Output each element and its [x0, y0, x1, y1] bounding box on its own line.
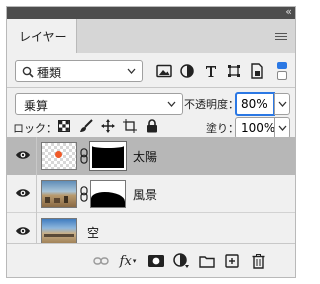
divider	[7, 87, 295, 88]
layer-style-fx-button[interactable]: fx ▾	[117, 253, 139, 269]
filter-kind-select[interactable]: 種類	[15, 60, 143, 82]
collapse-panel-icon[interactable]: «	[285, 4, 292, 20]
layer-row[interactable]: 太陽	[7, 137, 295, 175]
tab-layers[interactable]: レイヤー	[7, 19, 77, 53]
link-layers-icon[interactable]	[93, 253, 109, 269]
search-icon	[22, 66, 34, 78]
chevron-down-icon	[278, 125, 287, 131]
layer-thumbnail[interactable]	[41, 142, 77, 170]
landscape-detail	[54, 198, 60, 203]
opacity-dropdown-button[interactable]	[274, 93, 290, 115]
lock-artboard-icon[interactable]	[121, 117, 139, 135]
divider	[36, 175, 37, 213]
chevron-down-icon: ▾	[132, 257, 137, 265]
layer-name[interactable]: 太陽	[133, 148, 157, 165]
panel-tab-row: レイヤー	[7, 19, 295, 53]
layers-panel: « レイヤー 種類 乗算 不透明度： 80% ロック： 塗り： 100% 太陽 …	[6, 4, 296, 278]
new-layer-icon[interactable]	[224, 253, 240, 269]
fill-dropdown-button[interactable]	[274, 117, 290, 139]
divider	[36, 137, 37, 175]
mask-shape	[91, 192, 125, 207]
tab-layers-label: レイヤー	[19, 30, 67, 44]
lock-transparent-pixels-icon[interactable]	[55, 117, 73, 135]
landscape-detail	[64, 196, 68, 203]
smartobject-filter-icon[interactable]	[248, 62, 266, 80]
layer-mask-thumbnail[interactable]	[90, 180, 126, 208]
mask-shape	[92, 144, 124, 148]
opacity-label: 不透明度：	[184, 98, 239, 111]
new-group-folder-icon[interactable]	[199, 253, 215, 269]
opacity-value: 80%	[241, 97, 268, 111]
blend-mode-value: 乗算	[24, 99, 49, 113]
blend-mode-select[interactable]: 乗算	[15, 93, 183, 115]
chain-link-icon[interactable]	[80, 148, 88, 164]
layer-thumbnail[interactable]	[41, 218, 77, 246]
chevron-down-icon	[127, 68, 136, 74]
adjustment-filter-icon[interactable]	[178, 62, 196, 80]
type-filter-icon[interactable]	[202, 62, 220, 80]
layer-row[interactable]: 風景	[7, 175, 295, 213]
add-mask-icon[interactable]	[148, 253, 164, 269]
adjustment-layer-icon[interactable]	[173, 253, 189, 269]
visibility-eye-icon[interactable]	[15, 187, 31, 199]
chevron-down-icon	[167, 101, 176, 107]
visibility-eye-icon[interactable]	[15, 149, 31, 161]
layer-mask-thumbnail[interactable]	[89, 141, 127, 171]
fill-input[interactable]: 100%	[235, 117, 275, 139]
fill-value: 100%	[241, 121, 276, 135]
lock-all-icon[interactable]	[143, 117, 161, 135]
layer-name[interactable]: 空	[87, 224, 99, 241]
fx-label: fx	[119, 253, 132, 269]
lock-image-pixels-icon[interactable]	[77, 117, 95, 135]
chevron-down-icon	[278, 101, 287, 107]
opacity-input[interactable]: 80%	[235, 92, 275, 116]
chain-link-icon[interactable]	[80, 186, 88, 202]
layer-thumbnail[interactable]	[41, 180, 77, 208]
panel-title-bar: «	[7, 4, 295, 20]
image-filter-icon[interactable]	[155, 62, 173, 80]
panel-footer: fx ▾	[7, 243, 295, 277]
filter-kind-label: 種類	[37, 66, 62, 80]
layer-name[interactable]: 風景	[133, 186, 157, 203]
sky-detail	[44, 234, 74, 237]
sun-shape	[55, 151, 62, 158]
panel-menu-icon[interactable]	[275, 33, 287, 41]
landscape-detail	[45, 197, 50, 203]
lock-label: ロック：	[13, 122, 57, 135]
shape-filter-icon[interactable]	[225, 62, 243, 80]
lock-position-icon[interactable]	[99, 117, 117, 135]
visibility-eye-icon[interactable]	[15, 225, 31, 237]
filter-toggle[interactable]	[277, 62, 287, 80]
trash-icon[interactable]	[250, 253, 266, 269]
